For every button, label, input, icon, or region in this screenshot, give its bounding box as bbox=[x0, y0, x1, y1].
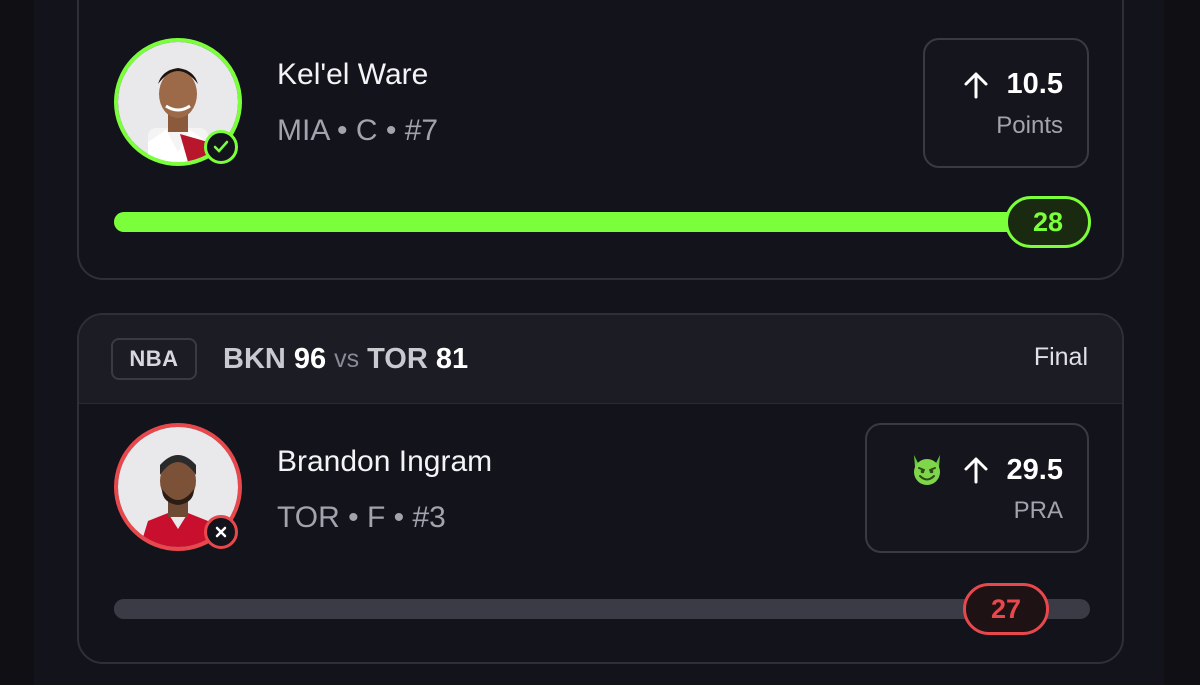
result-badge: 27 bbox=[963, 583, 1049, 635]
check-icon bbox=[204, 130, 238, 164]
league-badge: NBA bbox=[111, 338, 197, 380]
line-value: 10.5 bbox=[1006, 68, 1063, 100]
pick-line-box[interactable]: 10.5 Points bbox=[923, 38, 1089, 168]
devil-emoji-icon bbox=[913, 455, 940, 485]
home-team: BKN bbox=[223, 342, 286, 375]
away-team: TOR bbox=[367, 342, 428, 375]
progress-fill bbox=[114, 212, 1090, 232]
game-status: Final bbox=[1033, 343, 1088, 371]
x-icon bbox=[204, 515, 238, 549]
progress-track bbox=[114, 599, 1090, 619]
pick-card[interactable]: NBA BKN 96 vs TOR 81 Final Brandon Ingra… bbox=[77, 313, 1124, 664]
vs-label: vs bbox=[334, 344, 360, 373]
home-score: 96 bbox=[293, 342, 327, 375]
stat-label: Points bbox=[996, 112, 1063, 139]
stat-label: PRA bbox=[1013, 497, 1063, 524]
player-name: Kel'el Ware bbox=[277, 58, 429, 91]
progress-fill bbox=[114, 599, 1008, 619]
pick-line-box[interactable]: 29.5 PRA bbox=[865, 423, 1089, 553]
progress-track bbox=[114, 212, 1090, 232]
away-score: 81 bbox=[435, 342, 469, 375]
arrow-up-icon bbox=[964, 457, 988, 484]
result-badge: 28 bbox=[1005, 196, 1091, 248]
player-meta: TOR • F • #3 bbox=[277, 501, 446, 534]
player-name: Brandon Ingram bbox=[277, 445, 493, 478]
pick-card[interactable]: Kel'el Ware MIA • C • #7 10.5 Points 28 bbox=[77, 0, 1124, 280]
game-score: BKN 96 vs TOR 81 bbox=[223, 339, 468, 379]
game-header: NBA BKN 96 vs TOR 81 Final bbox=[79, 315, 1122, 404]
line-value: 29.5 bbox=[1006, 453, 1063, 486]
player-meta: MIA • C • #7 bbox=[277, 114, 439, 147]
arrow-up-icon bbox=[964, 72, 988, 98]
